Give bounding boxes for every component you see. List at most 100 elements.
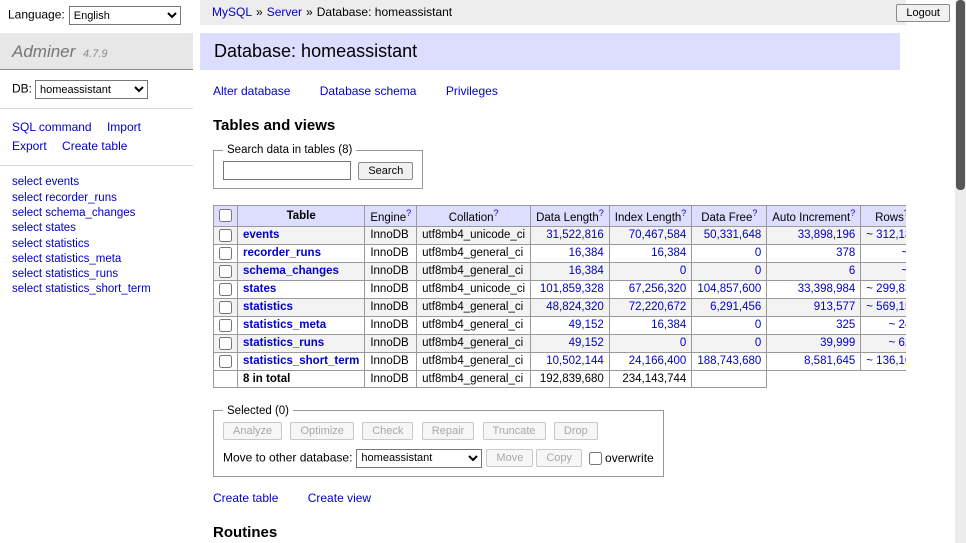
sidebar-table-link[interactable]: statistics — [45, 238, 89, 250]
sidebar-table-link[interactable]: recorder_runs — [45, 192, 117, 204]
index-length-link[interactable]: 72,220,672 — [629, 301, 687, 313]
data-length-link[interactable]: 10,502,144 — [546, 355, 604, 367]
data-length-link[interactable]: 31,522,816 — [546, 229, 604, 241]
db-select[interactable]: homeassistant — [35, 80, 148, 99]
sidebar-table-link[interactable]: states — [45, 222, 76, 234]
auto-increment-link[interactable]: 913,577 — [814, 301, 856, 313]
sidebar-table-link[interactable]: statistics_short_term — [45, 283, 150, 295]
index-length-link[interactable]: 16,384 — [651, 247, 686, 259]
auto-increment-link[interactable]: 6 — [849, 265, 855, 277]
table-name-link[interactable]: recorder_runs — [243, 247, 321, 259]
data-free-link[interactable]: 104,857,600 — [697, 283, 761, 295]
scrollbar-thumb[interactable] — [956, 0, 965, 190]
create-link[interactable]: Create table — [213, 491, 278, 505]
rows-count-link[interactable]: ~ 136,108 — [866, 355, 906, 367]
row-checkbox[interactable] — [219, 355, 232, 368]
database-action-link[interactable]: Privileges — [446, 84, 498, 98]
column-help-link[interactable]: ? — [850, 208, 855, 218]
auto-increment-link[interactable]: 33,398,984 — [798, 283, 856, 295]
data-free-link[interactable]: 50,331,648 — [704, 229, 762, 241]
table-name-link[interactable]: events — [243, 229, 279, 241]
auto-increment-link[interactable]: 33,898,196 — [798, 229, 856, 241]
sidebar-select-link[interactable]: select — [12, 238, 42, 250]
table-name-link[interactable]: states — [243, 283, 276, 295]
sidebar-link[interactable]: Create table — [62, 139, 127, 153]
table-name-link[interactable]: statistics_runs — [243, 337, 324, 349]
sidebar-link[interactable]: SQL command — [12, 120, 92, 134]
sidebar-link[interactable]: Export — [12, 139, 47, 153]
auto-increment-link[interactable]: 8,581,645 — [804, 355, 855, 367]
sidebar-select-link[interactable]: select — [12, 192, 42, 204]
column-help-link[interactable]: ? — [406, 208, 411, 218]
auto-increment-link[interactable]: 378 — [836, 247, 855, 259]
table-name-link[interactable]: statistics_short_term — [243, 355, 359, 367]
logout-button[interactable]: Logout — [896, 4, 950, 22]
column-help-link[interactable]: ? — [493, 208, 498, 218]
table-name-link[interactable]: statistics — [243, 301, 293, 313]
data-length-link[interactable]: 49,152 — [569, 337, 604, 349]
rows-count-link[interactable]: ~ 312,180 — [866, 229, 906, 241]
repair-button[interactable]: Repair — [422, 422, 474, 440]
row-checkbox[interactable] — [219, 319, 232, 332]
data-free-link[interactable]: 0 — [755, 337, 761, 349]
select-all-checkbox[interactable] — [219, 209, 232, 222]
copy-button[interactable]: Copy — [536, 449, 582, 467]
sidebar-select-link[interactable]: select — [12, 268, 42, 280]
move-button[interactable]: Move — [486, 449, 533, 467]
column-help-link[interactable]: ? — [681, 208, 686, 218]
rows-count-link[interactable]: ~ 244 — [889, 319, 906, 331]
rows-count-link[interactable]: ~ 299,833 — [866, 283, 906, 295]
data-length-link[interactable]: 49,152 — [569, 319, 604, 331]
sidebar-table-link[interactable]: statistics_runs — [45, 268, 118, 280]
check-button[interactable]: Check — [362, 422, 413, 440]
index-length-link[interactable]: 16,384 — [651, 319, 686, 331]
row-checkbox[interactable] — [219, 283, 232, 296]
rows-count-link[interactable]: ~ 569,159 — [866, 301, 906, 313]
index-length-link[interactable]: 67,256,320 — [629, 283, 687, 295]
search-input[interactable] — [223, 161, 351, 180]
sidebar-select-link[interactable]: select — [12, 222, 42, 234]
breadcrumb-server-link[interactable]: Server — [267, 5, 302, 19]
data-free-link[interactable]: 188,743,680 — [697, 355, 761, 367]
row-checkbox[interactable] — [219, 337, 232, 350]
row-checkbox[interactable] — [219, 247, 232, 260]
sidebar-table-link[interactable]: events — [45, 176, 79, 188]
row-checkbox[interactable] — [219, 229, 232, 242]
index-length-link[interactable]: 70,467,584 — [629, 229, 687, 241]
rows-count-link[interactable]: ~ 628 — [889, 337, 906, 349]
database-action-link[interactable]: Alter database — [213, 84, 290, 98]
index-length-link[interactable]: 0 — [680, 337, 686, 349]
rows-count-link[interactable]: ~ 5 — [901, 247, 906, 259]
table-name-link[interactable]: statistics_meta — [243, 319, 326, 331]
rows-count-link[interactable]: ~ 3 — [901, 265, 906, 277]
sidebar-link[interactable]: Import — [107, 120, 141, 134]
column-help-link[interactable]: ? — [752, 208, 757, 218]
move-db-select[interactable]: homeassistant — [356, 449, 482, 468]
data-free-link[interactable]: 0 — [755, 247, 761, 259]
drop-button[interactable]: Drop — [554, 422, 598, 440]
search-button[interactable]: Search — [358, 162, 413, 180]
database-action-link[interactable]: Database schema — [320, 84, 417, 98]
data-length-link[interactable]: 48,824,320 — [546, 301, 604, 313]
row-checkbox[interactable] — [219, 265, 232, 278]
index-length-link[interactable]: 0 — [680, 265, 686, 277]
sidebar-select-link[interactable]: select — [12, 207, 42, 219]
data-free-link[interactable]: 0 — [755, 319, 761, 331]
data-length-link[interactable]: 16,384 — [569, 247, 604, 259]
data-length-link[interactable]: 16,384 — [569, 265, 604, 277]
sidebar-select-link[interactable]: select — [12, 283, 42, 295]
sidebar-select-link[interactable]: select — [12, 253, 42, 265]
column-help-link[interactable]: ? — [904, 208, 906, 218]
auto-increment-link[interactable]: 325 — [836, 319, 855, 331]
sidebar-select-link[interactable]: select — [12, 176, 42, 188]
data-free-link[interactable]: 6,291,456 — [710, 301, 761, 313]
column-help-link[interactable]: ? — [599, 208, 604, 218]
truncate-button[interactable]: Truncate — [483, 422, 546, 440]
sidebar-table-link[interactable]: statistics_meta — [45, 253, 121, 265]
sidebar-table-link[interactable]: schema_changes — [45, 207, 135, 219]
overwrite-checkbox[interactable] — [589, 452, 602, 465]
vertical-scrollbar[interactable] — [955, 0, 966, 543]
data-length-link[interactable]: 101,859,328 — [540, 283, 604, 295]
analyze-button[interactable]: Analyze — [223, 422, 282, 440]
adminer-logo-link[interactable]: Adminer — [12, 42, 75, 61]
